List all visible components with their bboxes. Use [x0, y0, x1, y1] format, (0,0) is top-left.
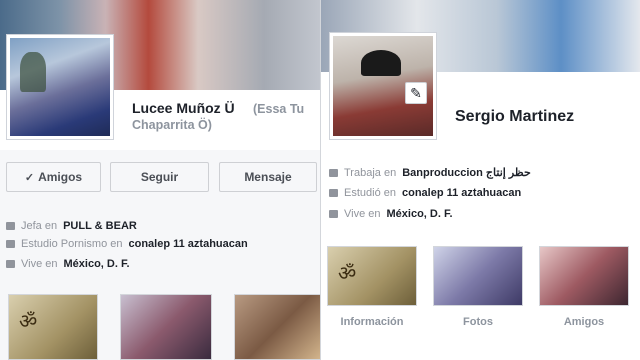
left-study-info: Estudio Pornismo en conalep 11 aztahuaca…: [6, 238, 248, 250]
home-icon: [329, 210, 338, 218]
tab-information[interactable]: Información: [327, 316, 417, 328]
left-profile-card: Lucee Muñoz Ü (Essa Tu Chaparrita Ö) ✓ A…: [0, 0, 330, 360]
info-tile-image[interactable]: ॐ: [327, 246, 417, 306]
briefcase-icon: [6, 222, 15, 230]
left-profile-name[interactable]: Lucee Muñoz Ü: [132, 100, 235, 116]
left-profile-picture[interactable]: [6, 34, 114, 140]
right-profile-card: ✎ Sergio Martinez Trabaja en Banproducci…: [320, 0, 640, 360]
tab-photos[interactable]: Fotos: [433, 316, 523, 328]
message-button[interactable]: Mensaje: [219, 162, 317, 192]
right-study-info: Estudió en conalep 11 aztahuacan: [329, 187, 521, 199]
friends-button-label: Amigos: [38, 170, 83, 184]
left-photo-thumb-2[interactable]: [120, 294, 212, 360]
right-profile-name[interactable]: Sergio Martinez: [455, 108, 574, 126]
right-work-info: Trabaja en Banproduccion حظر إنتاج: [329, 166, 531, 179]
left-photo-thumb-1[interactable]: ॐ: [8, 294, 98, 360]
right-work-link[interactable]: Banproduccion حظر إنتاج: [402, 166, 531, 179]
right-live-link[interactable]: México, D. F.: [387, 208, 453, 220]
left-photo-thumb-3[interactable]: [234, 294, 324, 360]
left-study-link[interactable]: conalep 11 aztahuacan: [129, 238, 248, 250]
left-profile-alt-name-2: Chaparrita Ö): [132, 118, 212, 132]
graduation-icon: [6, 240, 15, 248]
tab-friends[interactable]: Amigos: [539, 316, 629, 328]
left-work-link[interactable]: PULL & BEAR: [63, 220, 137, 232]
check-icon: ✓: [24, 171, 35, 184]
om-symbol-icon: ॐ: [19, 309, 38, 333]
left-live-link[interactable]: México, D. F.: [64, 258, 130, 270]
briefcase-icon: [329, 168, 338, 177]
left-work-info: Jefa en PULL & BEAR: [6, 220, 137, 232]
pencil-icon[interactable]: ✎: [405, 82, 427, 104]
left-profile-alt-name: (Essa Tu: [253, 102, 305, 116]
friends-tile-image[interactable]: [539, 246, 629, 306]
om-symbol-icon: ॐ: [338, 261, 357, 285]
photos-tile-image[interactable]: [433, 246, 523, 306]
follow-button-label: Seguir: [140, 170, 179, 184]
friends-button[interactable]: ✓ Amigos: [6, 162, 101, 192]
message-button-label: Mensaje: [244, 170, 292, 184]
left-live-info: Vive en México, D. F.: [6, 258, 130, 270]
graduation-icon: [329, 189, 338, 197]
home-icon: [6, 260, 15, 268]
right-study-link[interactable]: conalep 11 aztahuacan: [402, 187, 521, 199]
follow-button[interactable]: Seguir: [110, 162, 209, 192]
right-live-info: Vive en México, D. F.: [329, 208, 453, 220]
